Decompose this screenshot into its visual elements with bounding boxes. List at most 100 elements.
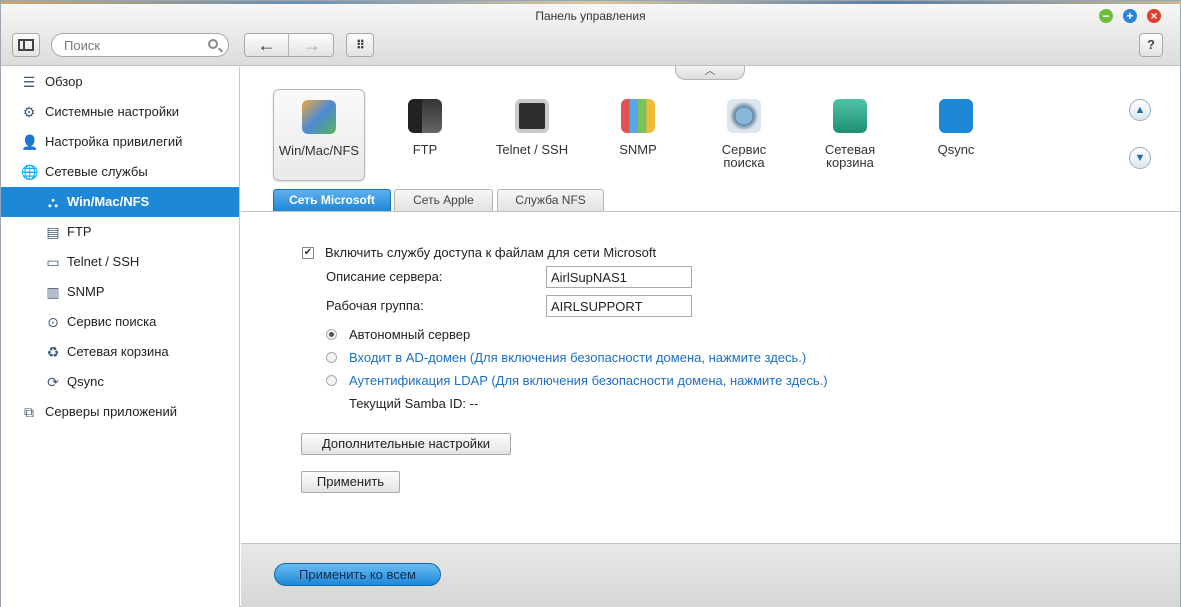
workgroup-label: Рабочая группа: xyxy=(326,298,424,313)
scroll-down-button[interactable]: ▼ xyxy=(1129,147,1151,169)
sidebar-item-label: SNMP xyxy=(67,284,105,299)
tab-microsoft-network[interactable]: Сеть Microsoft xyxy=(273,189,391,211)
ftp-icon xyxy=(408,99,442,133)
sidebar-item-label: Системные настройки xyxy=(45,104,180,119)
sidebar-item-qsync[interactable]: ⟳ Qsync xyxy=(1,367,239,397)
history-nav: ← → xyxy=(244,33,334,57)
sidebar-toggle-button[interactable] xyxy=(12,33,40,57)
sidebar-item-label: Telnet / SSH xyxy=(67,254,140,269)
sync-icon xyxy=(939,99,973,133)
globe-icon: 🌐 xyxy=(21,164,39,180)
minimize-button[interactable]: − xyxy=(1099,9,1113,23)
user-icon: 👤 xyxy=(21,134,39,150)
app-tile-label: Qsync xyxy=(937,142,975,157)
workgroup-input[interactable] xyxy=(546,295,692,317)
sidebar-item-system-settings[interactable]: ⚙ Системные настройки xyxy=(1,97,239,127)
control-panel-window: Панель управления − + × ← → ⠿ ? ☰ Обзор … xyxy=(0,0,1181,607)
sidebar-item-label: Серверы приложений xyxy=(45,404,177,419)
app-tile-win-mac-nfs[interactable]: Win/Mac/NFS xyxy=(273,89,365,181)
app-tile-ftp[interactable]: FTP xyxy=(379,89,471,181)
app-tile-qsync[interactable]: Qsync xyxy=(910,89,1002,181)
help-button[interactable]: ? xyxy=(1139,33,1163,57)
app-tile-label: Telnet / SSH xyxy=(495,142,569,157)
apply-to-all-button[interactable]: Применить ко всем xyxy=(274,563,441,586)
ldap-auth-radio[interactable] xyxy=(326,375,337,386)
sidebar-item-ftp[interactable]: ▤ FTP xyxy=(1,217,239,247)
terminal-icon: ▭ xyxy=(46,254,60,270)
standalone-server-radio[interactable] xyxy=(326,329,337,340)
title-bar: Панель управления − + × xyxy=(1,4,1180,28)
terminal-icon xyxy=(515,99,549,133)
recycle-bin-icon xyxy=(833,99,867,133)
sidebar: ☰ Обзор ⚙ Системные настройки 👤 Настройк… xyxy=(1,67,240,607)
sidebar-item-overview[interactable]: ☰ Обзор xyxy=(1,67,239,97)
sidebar-item-label: Обзор xyxy=(45,74,83,89)
sidebar-item-privileges[interactable]: 👤 Настройка привилегий xyxy=(1,127,239,157)
app-tile-snmp[interactable]: SNMP xyxy=(592,89,684,181)
app-icons-row: Win/Mac/NFS FTP Telnet / SSH SNMP Сервис… xyxy=(241,67,1180,187)
app-tile-label: Win/Mac/NFS xyxy=(278,143,360,158)
tab-apple-network[interactable]: Сеть Apple xyxy=(394,189,493,211)
advanced-settings-button[interactable]: Дополнительные настройки xyxy=(301,433,511,455)
win-mac-nfs-icon xyxy=(302,100,336,134)
sidebar-item-network-services[interactable]: 🌐 Сетевые службы xyxy=(1,157,239,187)
apply-button[interactable]: Применить xyxy=(301,471,400,493)
ad-domain-radio[interactable] xyxy=(326,352,337,363)
enable-smb-checkbox[interactable]: ✔ xyxy=(302,247,314,259)
discovery-icon: ⊙ xyxy=(47,314,59,330)
microsoft-network-settings: ✔ Включить службу доступа к файлам для с… xyxy=(241,212,1180,542)
main-panel: ︿ Win/Mac/NFS FTP Telnet / SSH SNMP Серв… xyxy=(241,66,1180,607)
maximize-button[interactable]: + xyxy=(1123,9,1137,23)
ftp-icon: ▤ xyxy=(46,224,60,240)
sidebar-item-discovery[interactable]: ⊙ Сервис поиска xyxy=(1,307,239,337)
network-share-icon: ⛬ xyxy=(48,194,58,210)
footer-bar: Применить ко всем xyxy=(241,543,1180,607)
sidebar-item-label: FTP xyxy=(67,224,92,239)
app-tile-label: FTP xyxy=(412,142,438,157)
sidebar-item-snmp[interactable]: ▥ SNMP xyxy=(1,277,239,307)
sidebar-item-label: Сетевая корзина xyxy=(67,344,169,359)
enable-smb-label: Включить службу доступа к файлам для сет… xyxy=(325,245,657,260)
search-box[interactable] xyxy=(51,33,229,57)
app-tile-label: Сетевая корзина xyxy=(824,142,876,170)
recycle-bin-icon: ♻ xyxy=(46,344,60,360)
ldap-auth-link[interactable]: Аутентификация LDAP (Для включения безоп… xyxy=(349,373,828,388)
sidebar-item-win-mac-nfs[interactable]: ⛬ Win/Mac/NFS xyxy=(1,187,239,217)
sidebar-item-app-servers[interactable]: ⧉ Серверы приложений xyxy=(1,397,239,427)
tab-nfs-service[interactable]: Служба NFS xyxy=(497,189,604,211)
apps-grid-button[interactable]: ⠿ xyxy=(346,33,374,57)
ad-domain-link[interactable]: Входит в AD-домен (Для включения безопас… xyxy=(349,350,806,365)
sidebar-layout-icon xyxy=(18,39,34,51)
app-server-icon: ⧉ xyxy=(24,404,34,420)
sidebar-item-label: Сервис поиска xyxy=(67,314,157,329)
sidebar-item-label: Настройка привилегий xyxy=(45,134,183,149)
server-description-input[interactable] xyxy=(546,266,692,288)
app-tile-label: SNMP xyxy=(619,142,657,157)
back-button[interactable]: ← xyxy=(245,34,289,56)
forward-button[interactable]: → xyxy=(290,34,334,56)
sidebar-item-label: Win/Mac/NFS xyxy=(67,194,150,209)
sidebar-item-label: Qsync xyxy=(67,374,104,389)
sidebar-item-label: Сетевые службы xyxy=(45,164,148,179)
standalone-server-label: Автономный сервер xyxy=(349,327,471,342)
overview-icon: ☰ xyxy=(22,74,36,90)
toolbar: ← → ⠿ ? xyxy=(1,28,1180,66)
sidebar-item-recycle-bin[interactable]: ♻ Сетевая корзина xyxy=(1,337,239,367)
sync-icon: ⟳ xyxy=(47,374,59,390)
discovery-icon xyxy=(727,99,761,133)
sidebar-item-telnet-ssh[interactable]: ▭ Telnet / SSH xyxy=(1,247,239,277)
search-icon[interactable] xyxy=(208,39,218,49)
app-tile-recycle-bin[interactable]: Сетевая корзина xyxy=(804,89,896,181)
bar-chart-icon: ▥ xyxy=(46,284,60,300)
scroll-up-button[interactable]: ▲ xyxy=(1129,99,1151,121)
bar-chart-icon xyxy=(621,99,655,133)
server-description-label: Описание сервера: xyxy=(326,269,443,284)
app-tile-discovery[interactable]: Сервис поиска xyxy=(698,89,790,181)
app-tile-telnet-ssh[interactable]: Telnet / SSH xyxy=(486,89,578,181)
search-input[interactable] xyxy=(64,38,204,53)
app-tile-label: Сервис поиска xyxy=(721,142,767,170)
gear-icon: ⚙ xyxy=(22,104,36,120)
close-button[interactable]: × xyxy=(1147,9,1161,23)
window-title: Панель управления xyxy=(535,9,646,23)
samba-id-text: Текущий Samba ID: -- xyxy=(349,396,479,411)
